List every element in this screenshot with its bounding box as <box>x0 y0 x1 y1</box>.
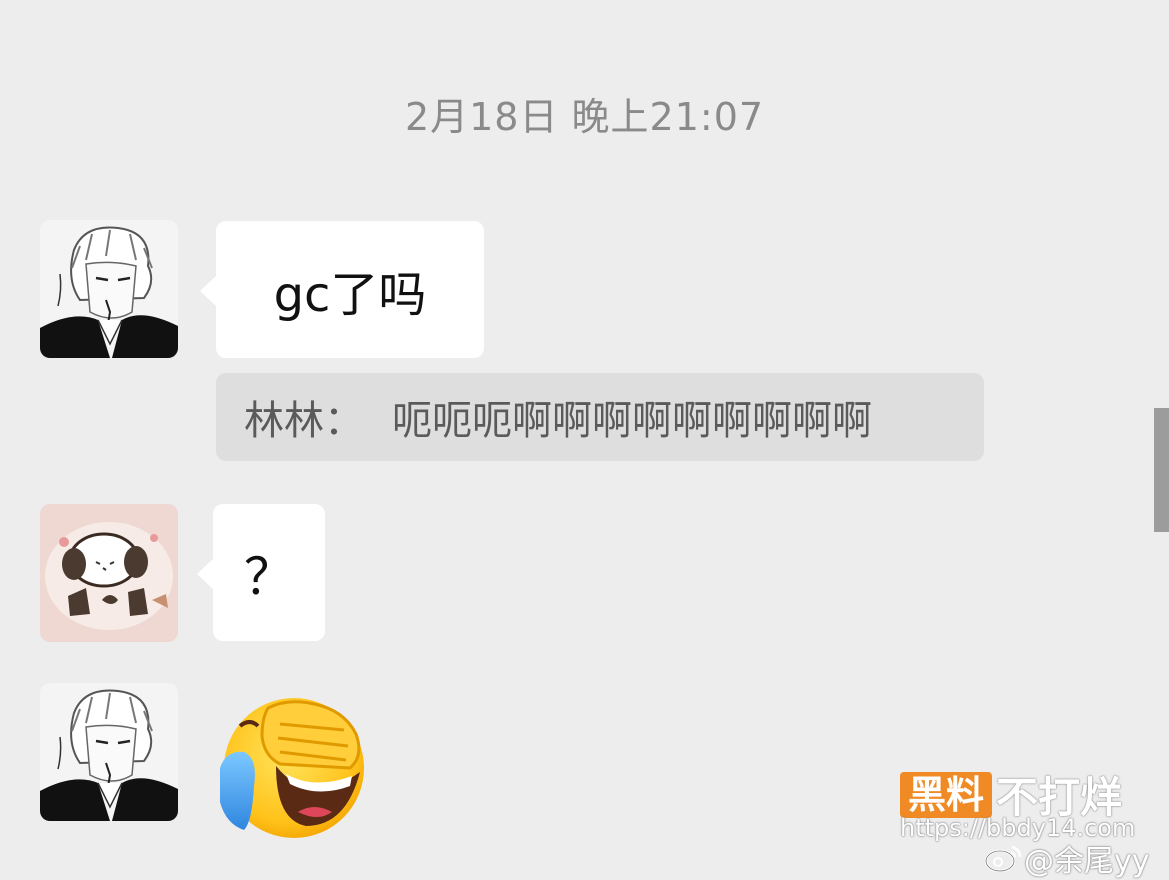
scrollbar[interactable] <box>1154 408 1169 532</box>
weibo-icon <box>984 845 1022 873</box>
quote-sender-name: 林林： <box>244 398 364 444</box>
avatar[interactable] <box>40 683 178 821</box>
puppy-sticker-avatar-icon <box>40 504 178 642</box>
watermark-weibo: @余尾yy <box>984 836 1150 880</box>
watermark-logo-box: 黑料 <box>900 771 993 818</box>
message-bubble[interactable]: ？ <box>197 504 325 641</box>
message-bubble[interactable]: gc了吗 <box>200 221 484 358</box>
message-text: gc了吗 <box>273 266 427 323</box>
chat-timestamp: 2月18日 晚上21:07 <box>404 95 765 139</box>
avatar[interactable] <box>40 220 178 358</box>
watermark-weibo-handle: @余尾yy <box>1024 844 1150 879</box>
message-text: ？ <box>244 547 294 606</box>
white-haired-character-avatar-icon <box>40 220 178 358</box>
quote-text: 呃呃呃啊啊啊啊啊啊啊啊啊 <box>392 398 872 444</box>
avatar[interactable] <box>40 504 178 642</box>
white-haired-character-avatar-icon <box>40 683 178 821</box>
quoted-reply[interactable]: 林林： 呃呃呃啊啊啊啊啊啊啊啊啊 <box>216 373 984 461</box>
face-palm-laughing-crying-emoji-icon[interactable] <box>214 690 382 840</box>
